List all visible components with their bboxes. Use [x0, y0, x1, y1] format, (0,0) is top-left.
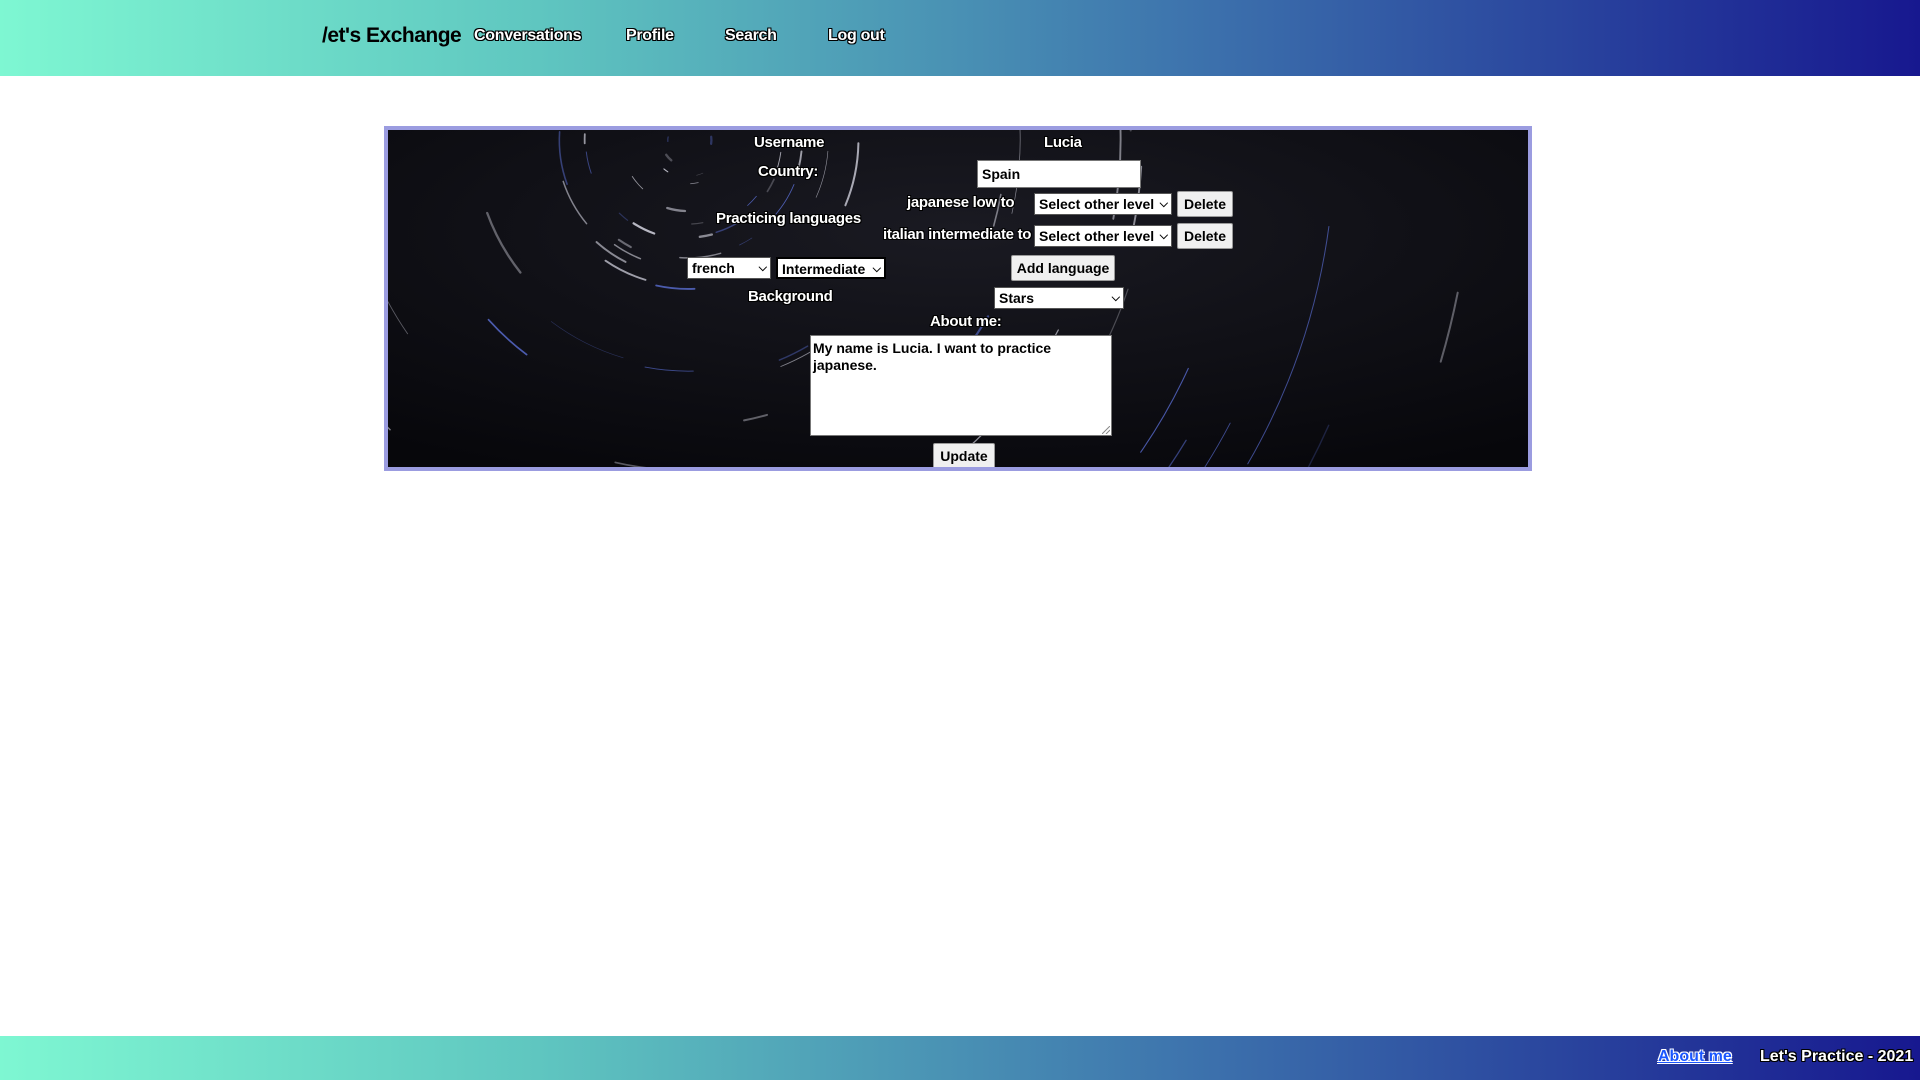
select-value: Intermediate [782, 261, 866, 277]
brand-logo[interactable]: /et's Exchange [322, 24, 462, 48]
new-language-level-select[interactable]: Intermediate ⌵ [776, 257, 886, 279]
background-label: Background [748, 288, 833, 305]
country-label: Country: [758, 163, 819, 180]
select-value: Select other level [1039, 196, 1155, 212]
nav-conversations[interactable]: Conversations [474, 27, 582, 45]
about-me-textarea[interactable]: My name is Lucia. I want to practice jap… [810, 335, 1112, 436]
nav-profile[interactable]: Profile [626, 27, 674, 45]
resize-grip-icon[interactable] [1102, 426, 1110, 434]
background-select[interactable]: Stars ⌵ [994, 287, 1124, 309]
select-value: Select other level [1039, 228, 1155, 244]
new-language-select[interactable]: french ⌵ [687, 257, 771, 279]
select-value: french [692, 260, 735, 276]
profile-panel: Username Lucia Country: Spain Practicing… [384, 126, 1532, 471]
select-value: Stars [999, 290, 1035, 306]
footer: About me Let's Practice - 2021 [0, 1036, 1920, 1080]
footer-about-me-link[interactable]: About me [1658, 1048, 1732, 1066]
delete-japanese-button[interactable]: Delete [1177, 191, 1233, 217]
delete-italian-button[interactable]: Delete [1177, 223, 1233, 249]
country-input[interactable]: Spain [977, 160, 1141, 188]
footer-copyright: Let's Practice - 2021 [1760, 1048, 1914, 1065]
chevron-down-icon: ⌵ [1159, 198, 1168, 210]
chevron-down-icon: ⌵ [1159, 230, 1168, 242]
username-label: Username [754, 134, 825, 151]
chevron-down-icon: ⌵ [1111, 292, 1120, 304]
username-value: Lucia [1044, 134, 1082, 151]
top-navbar: /et's Exchange Conversations Profile Sea… [0, 0, 1920, 76]
italian-level-select[interactable]: Select other level ⌵ [1034, 225, 1172, 247]
nav-log-out[interactable]: Log out [828, 27, 885, 45]
language-row-japanese-label: japanese low to [907, 194, 1015, 211]
nav-search[interactable]: Search [725, 27, 777, 45]
chevron-down-icon: ⌵ [872, 263, 881, 275]
update-button[interactable]: Update [933, 443, 995, 467]
chevron-down-icon: ⌵ [758, 262, 767, 274]
language-row-italian-label: italian intermediate to [883, 226, 1032, 243]
about-me-label: About me: [930, 313, 1002, 330]
japanese-level-select[interactable]: Select other level ⌵ [1034, 193, 1172, 215]
practicing-languages-label: Practicing languages [716, 210, 861, 227]
about-me-text: My name is Lucia. I want to practice jap… [813, 340, 1052, 373]
add-language-button[interactable]: Add language [1011, 255, 1115, 281]
